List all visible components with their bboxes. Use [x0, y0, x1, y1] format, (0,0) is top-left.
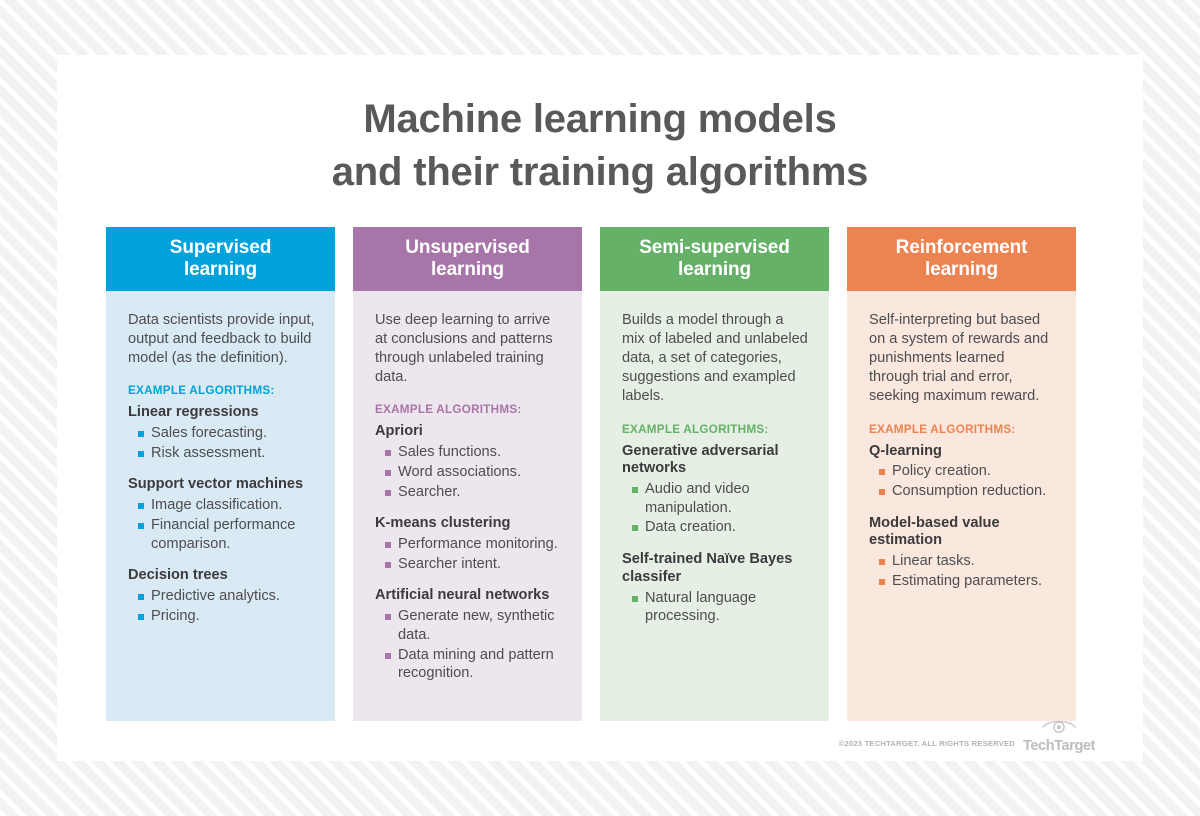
column-header: Reinforcement learning	[847, 227, 1076, 291]
page-title: Machine learning models and their traini…	[57, 55, 1143, 199]
algorithm-name: Linear regressions	[128, 404, 259, 421]
copyright-notice: ©2023 TECHTARGET. ALL RIGHTS RESERVED	[838, 739, 1015, 748]
list-item: Estimating parameters.	[879, 572, 1057, 591]
algorithm-group: Decision trees Predictive analytics. Prici…	[128, 567, 316, 625]
algorithm-use-case-list: Image classification. Financial performan…	[138, 496, 316, 553]
footer: ©2023 TECHTARGET. ALL RIGHTS RESERVED Te…	[839, 718, 1095, 754]
algorithm-name: Decision trees	[128, 567, 228, 584]
column-header-line-2: learning	[183, 259, 258, 280]
algorithm-group: Artificial neural networks Generate new, …	[375, 587, 563, 682]
example-algorithms-label: EXAMPLE ALGORITHMS:	[128, 384, 275, 398]
algorithm-name: Q-learning	[869, 442, 942, 459]
list-item: Generate new, synthetic data.	[385, 607, 563, 644]
algorithm-use-case-list: Performance monitoring. Searcher intent.	[385, 535, 563, 573]
column-header-line-1: Unsupervised	[405, 236, 530, 258]
algorithm-name: Self-trained Naïve Bayes classifer	[622, 551, 793, 585]
algorithm-group: Linear regressions Sales forecasting. Risk…	[128, 404, 316, 462]
algorithm-group: Apriori Sales functions. Word associations…	[375, 423, 563, 501]
column-header: Supervised learning	[106, 227, 335, 291]
algorithm-group: K-means clustering Performance monitoring…	[375, 515, 563, 573]
list-item: Searcher intent.	[385, 555, 563, 574]
algorithm-use-case-list: Sales functions. Word associations. Search…	[385, 443, 563, 501]
list-item: Pricing.	[138, 607, 316, 626]
column-4: Reinforcement learning Self-interpreting b…	[847, 227, 1076, 721]
column-header-line-2: learning	[924, 259, 999, 280]
column-1: Supervised learning Data scientists provid…	[106, 227, 335, 721]
techtarget-logo: TechTarget	[1023, 718, 1095, 754]
algorithm-group: Generative adversarial networks Audio and…	[622, 443, 810, 538]
column-description: Builds a model through a mix of labeled …	[622, 312, 808, 405]
algorithm-name: Artificial neural networks	[375, 587, 550, 604]
column-description: Use deep learning to arrive at conclusio…	[375, 312, 553, 386]
list-item: Linear tasks.	[879, 552, 1057, 571]
column-2: Unsupervised learning Use deep learning to…	[353, 227, 582, 721]
list-item: Data mining and pattern recognition.	[385, 646, 563, 683]
list-item: Risk assessment.	[138, 444, 316, 463]
column-header: Unsupervised learning	[353, 227, 582, 291]
column-3: Semi-supervised learning Builds a model th…	[600, 227, 829, 721]
column-header-line-2: learning	[677, 259, 752, 280]
column-description: Self-interpreting but based on a system …	[869, 312, 1049, 405]
list-item: Policy creation.	[879, 462, 1057, 481]
algorithm-name: Generative adversarial networks	[622, 442, 779, 477]
algorithm-use-case-list: Natural language processing.	[632, 589, 810, 626]
algorithm-use-case-list: Predictive analytics. Pricing.	[138, 587, 316, 625]
algorithm-group: Support vector machines Image classificat…	[128, 476, 316, 553]
algorithm-name: K-means clustering	[375, 515, 511, 532]
algorithm-use-case-list: Sales forecasting. Risk assessment.	[138, 424, 316, 462]
algorithm-group: Self-trained Naïve Bayes classifer Natura…	[622, 551, 810, 626]
list-item: Image classification.	[138, 496, 316, 515]
list-item: Sales forecasting.	[138, 424, 316, 443]
column-header-line-1: Supervised	[169, 236, 272, 258]
list-item: Data creation.	[632, 518, 810, 537]
list-item: Word associations.	[385, 463, 563, 482]
infographic-card: Machine learning models and their traini…	[57, 55, 1143, 761]
list-item: Consumption reduction.	[879, 482, 1057, 501]
list-item: Financial performance comparison.	[138, 516, 316, 553]
list-item: Natural language processing.	[632, 589, 810, 626]
title-line-2: and their training algorithms	[331, 150, 869, 195]
columns-container: Supervised learning Data scientists provid…	[106, 227, 1094, 721]
column-header-line-1: Reinforcement	[895, 236, 1028, 258]
column-header: Semi-supervised learning	[600, 227, 829, 291]
algorithm-use-case-list: Linear tasks. Estimating parameters.	[879, 552, 1057, 590]
algorithm-name: Support vector machines	[128, 476, 304, 493]
example-algorithms-label: EXAMPLE ALGORITHMS:	[869, 422, 1016, 436]
algorithm-name: Apriori	[375, 423, 423, 440]
column-body: Use deep learning to arrive at conclusio…	[353, 291, 582, 721]
list-item: Sales functions.	[385, 443, 563, 462]
algorithm-group: Model-based value estimation Linear tasks…	[869, 515, 1057, 591]
title-line-1: Machine learning models	[363, 97, 837, 141]
eye-icon	[1041, 718, 1077, 738]
algorithm-use-case-list: Generate new, synthetic data. Data mining…	[385, 607, 563, 683]
techtarget-wordmark: TechTarget	[1022, 737, 1095, 754]
example-algorithms-label: EXAMPLE ALGORITHMS:	[622, 422, 769, 436]
list-item: Searcher.	[385, 483, 563, 502]
example-algorithms-label: EXAMPLE ALGORITHMS:	[375, 403, 522, 417]
algorithm-name: Model-based value estimation	[869, 514, 1000, 549]
column-body: Builds a model through a mix of labeled …	[600, 291, 829, 721]
algorithm-group: Q-learning Policy creation. Consumption re…	[869, 443, 1057, 501]
algorithm-use-case-list: Policy creation. Consumption reduction.	[879, 462, 1057, 500]
algorithm-use-case-list: Audio and video manipulation. Data creati…	[632, 480, 810, 537]
column-description: Data scientists provide input, output an…	[128, 312, 315, 367]
list-item: Performance monitoring.	[385, 535, 563, 554]
column-header-line-2: learning	[430, 259, 505, 280]
list-item: Audio and video manipulation.	[632, 480, 810, 517]
list-item: Predictive analytics.	[138, 587, 316, 606]
column-header-line-1: Semi-supervised	[639, 236, 790, 258]
column-body: Data scientists provide input, output an…	[106, 291, 335, 721]
column-body: Self-interpreting but based on a system …	[847, 291, 1076, 721]
